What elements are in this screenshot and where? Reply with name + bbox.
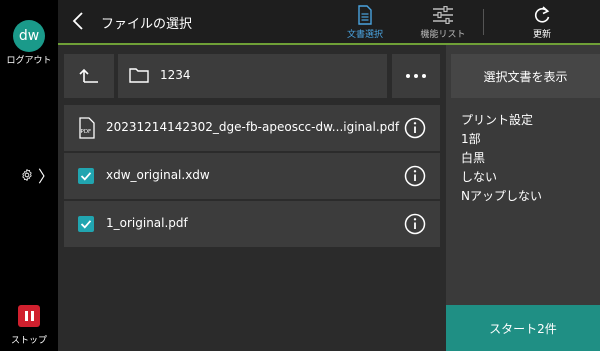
pause-bar-icon	[30, 311, 34, 321]
dot-icon	[406, 74, 410, 78]
back-arrow-icon[interactable]	[70, 10, 88, 32]
document-icon	[358, 5, 372, 25]
file-row[interactable]: xdw_original.xdw	[64, 153, 440, 199]
function-list-label: 機能リスト	[420, 30, 466, 40]
checkmark-icon	[80, 172, 92, 181]
file-row[interactable]: 1_original.pdf	[64, 201, 440, 247]
print-settings-summary: プリント設定 1部 白黒 しない Nアップしない	[461, 111, 542, 206]
file-name: 20231214142302_dge-fb-apeoscc-dw...igina…	[106, 120, 400, 134]
folder-icon	[129, 68, 149, 83]
start-button[interactable]: スタート2件	[446, 305, 600, 351]
dot-icon	[414, 74, 418, 78]
refresh-button[interactable]: 更新	[518, 5, 566, 41]
file-row[interactable]: PDF 20231214142302_dge-fb-apeoscc-dw...i…	[64, 105, 440, 151]
parent-folder-button[interactable]	[64, 54, 114, 98]
folder-path-text: 1234	[160, 68, 191, 82]
checkmark-icon	[80, 220, 92, 229]
folder-path-field: 1234	[118, 54, 387, 98]
print-settings-heading: プリント設定	[461, 113, 534, 127]
file-name: xdw_original.xdw	[106, 168, 210, 182]
sliders-icon	[433, 6, 453, 24]
refresh-icon	[534, 6, 550, 23]
doc-select-label: 文書選択	[346, 30, 383, 40]
file-name: 1_original.pdf	[106, 216, 188, 230]
stop-button[interactable]	[18, 305, 40, 327]
header-bar: ファイルの選択 文書選択 機能リスト 更新	[58, 0, 600, 43]
dot-icon	[422, 74, 426, 78]
pdf-file-icon: PDF	[79, 117, 95, 139]
file-checkbox[interactable]	[78, 168, 94, 184]
info-icon[interactable]	[404, 117, 426, 139]
gear-icon	[22, 169, 32, 181]
pause-bar-icon	[24, 311, 28, 321]
pdf-type-label: PDF	[81, 129, 92, 135]
logout-label[interactable]: ログアウト	[0, 53, 58, 66]
print-color-mode: 白黒	[461, 151, 486, 165]
info-icon[interactable]	[404, 213, 426, 235]
left-sidebar: dw ログアウト 〉 ストップ	[0, 0, 58, 351]
chevron-right-icon: 〉	[37, 167, 54, 186]
print-duplex: しない	[461, 170, 498, 184]
file-checkbox[interactable]	[78, 216, 94, 232]
stop-label: ストップ	[10, 336, 47, 346]
function-list-button[interactable]: 機能リスト	[408, 5, 478, 41]
settings-toggle[interactable]: 〉	[20, 162, 54, 188]
info-icon[interactable]	[404, 165, 426, 187]
print-copies: 1部	[461, 132, 481, 146]
header-divider	[483, 9, 484, 35]
page-title: ファイルの選択	[101, 17, 193, 32]
print-nup: Nアップしない	[461, 189, 542, 203]
show-selected-button[interactable]: 選択文書を表示	[451, 54, 600, 98]
doc-select-button[interactable]: 文書選択	[341, 5, 389, 41]
more-options-button[interactable]	[392, 54, 440, 98]
up-arrow-icon	[79, 68, 98, 83]
user-avatar[interactable]: dw	[13, 20, 45, 52]
refresh-label: 更新	[532, 30, 551, 40]
